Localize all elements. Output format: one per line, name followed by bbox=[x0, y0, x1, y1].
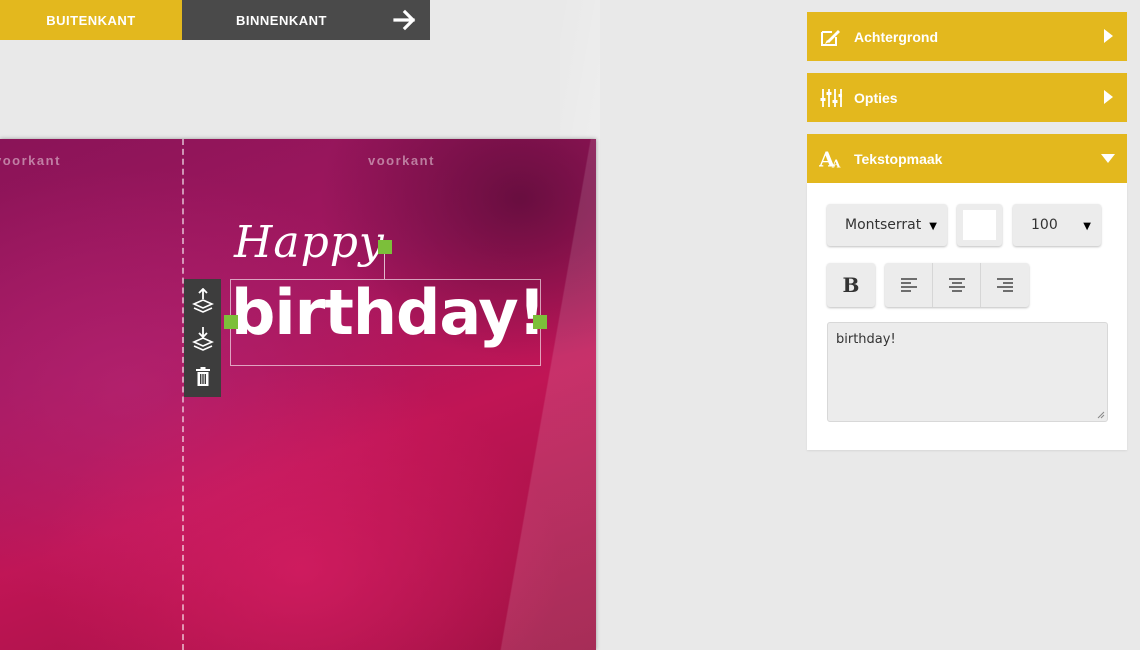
align-center-button[interactable] bbox=[933, 263, 981, 307]
card-canvas[interactable]: voorkant voorkant Happy birthday! bbox=[0, 139, 596, 650]
font-select-value: Montserrat bbox=[845, 217, 921, 233]
layer-down-button[interactable] bbox=[191, 325, 215, 353]
align-right-button[interactable] bbox=[981, 263, 1029, 307]
resize-handle-left[interactable] bbox=[224, 315, 238, 329]
svg-text:A: A bbox=[831, 157, 841, 170]
rotate-handle[interactable] bbox=[378, 240, 392, 254]
background-edit-icon bbox=[819, 25, 843, 49]
caret-down-icon: ▼ bbox=[1083, 221, 1091, 232]
layer-up-icon bbox=[191, 288, 214, 313]
bold-icon: B bbox=[842, 273, 860, 297]
layer-down-icon bbox=[191, 327, 214, 351]
section-text-header[interactable]: A A Tekstopmaak bbox=[807, 134, 1127, 183]
side-label-left: voorkant bbox=[0, 153, 61, 168]
object-toolbar bbox=[184, 279, 221, 397]
trash-icon bbox=[195, 367, 210, 386]
section-options-header[interactable]: Opties bbox=[807, 73, 1127, 122]
tab-outside-label: BUITENKANT bbox=[46, 12, 136, 28]
font-select[interactable]: Montserrat ▼ bbox=[827, 204, 947, 246]
font-size-value: 100 bbox=[1031, 217, 1058, 233]
text-input-value: birthday! bbox=[836, 332, 896, 347]
greeting-happy-text[interactable]: Happy bbox=[234, 217, 385, 268]
layer-up-button[interactable] bbox=[191, 287, 215, 315]
align-left-icon bbox=[900, 278, 917, 292]
chevron-right-icon bbox=[1104, 29, 1113, 43]
section-text-body: Montserrat ▼ 100 ▼ B birthday! bbox=[807, 183, 1127, 450]
text-input[interactable]: birthday! bbox=[827, 322, 1108, 422]
section-text-label: Tekstopmaak bbox=[854, 150, 943, 167]
tab-outside[interactable]: BUITENKANT bbox=[0, 0, 182, 40]
properties-panel: Achtergrond Opties A A Tekstopmaak Monts… bbox=[807, 12, 1127, 450]
align-left-button[interactable] bbox=[885, 263, 933, 307]
color-swatch-button[interactable] bbox=[957, 204, 1002, 246]
caret-down-icon: ▼ bbox=[929, 221, 937, 232]
section-background-header[interactable]: Achtergrond bbox=[807, 12, 1127, 61]
tab-inside-label: BINNENKANT bbox=[236, 12, 327, 28]
side-label-front: voorkant bbox=[368, 153, 435, 168]
delete-button[interactable] bbox=[191, 363, 215, 391]
chevron-right-icon bbox=[1104, 90, 1113, 104]
arrow-right-icon[interactable] bbox=[392, 7, 418, 33]
greeting-birthday-text[interactable]: birthday! bbox=[231, 276, 546, 349]
alignment-group bbox=[885, 263, 1029, 307]
font-size-select[interactable]: 100 ▼ bbox=[1013, 204, 1101, 246]
tab-inside[interactable]: BINNENKANT bbox=[182, 0, 430, 40]
chevron-down-icon bbox=[1101, 154, 1115, 163]
section-options-label: Opties bbox=[854, 89, 898, 106]
color-swatch bbox=[963, 210, 996, 240]
card-sheen bbox=[0, 139, 596, 650]
align-center-icon bbox=[948, 278, 965, 292]
sliders-icon bbox=[819, 86, 843, 110]
section-background-label: Achtergrond bbox=[854, 28, 938, 45]
resize-grip-icon[interactable] bbox=[1097, 411, 1105, 419]
bold-button[interactable]: B bbox=[827, 263, 875, 307]
text-format-icon: A A bbox=[819, 147, 843, 171]
side-tabs: BUITENKANT BINNENKANT bbox=[0, 0, 430, 40]
align-right-icon bbox=[997, 278, 1013, 292]
resize-handle-right[interactable] bbox=[533, 315, 547, 329]
